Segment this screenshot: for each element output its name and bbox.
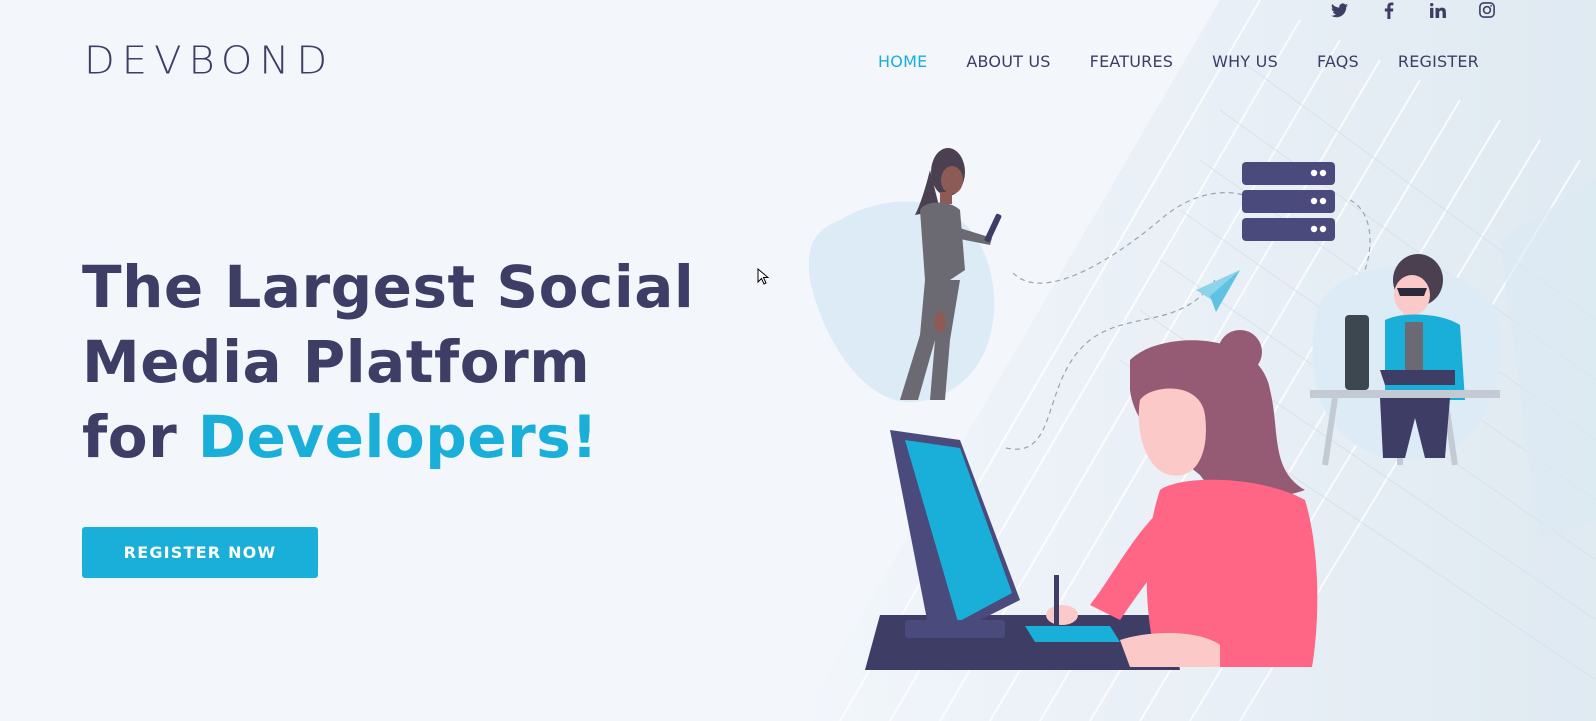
man-with-sunglasses-figure: [1310, 254, 1502, 466]
social-links: [1330, 0, 1496, 20]
twitter-icon[interactable]: [1330, 1, 1349, 20]
nav-item-features[interactable]: FEATURES: [1090, 52, 1173, 71]
hero-title: The Largest Social Media Platform for De…: [82, 250, 694, 475]
facebook-icon[interactable]: [1379, 1, 1398, 20]
hero-title-accent: Developers!: [197, 403, 599, 471]
server-icon: [1242, 162, 1335, 241]
nav-item-home[interactable]: HOME: [878, 52, 927, 71]
nav-item-why-us[interactable]: WHY US: [1212, 52, 1278, 71]
register-now-button[interactable]: REGISTER NOW: [82, 527, 318, 578]
mouse-cursor-icon: [757, 267, 770, 291]
main-nav: HOME ABOUT US FEATURES WHY US FAQS REGIS…: [878, 52, 1479, 71]
paper-plane-icon: [1196, 270, 1240, 312]
brand-logo[interactable]: DEVBOND: [84, 39, 334, 83]
hero-title-line-1: The Largest Social: [82, 253, 695, 321]
woman-with-phone-figure: [808, 148, 1002, 403]
instagram-icon[interactable]: [1477, 1, 1496, 20]
hero-title-line-2: Media Platform: [82, 328, 591, 396]
linkedin-icon[interactable]: [1428, 1, 1447, 20]
hero-illustration: [800, 130, 1596, 690]
hero-title-line-3-prefix: for: [82, 403, 178, 471]
nav-item-about-us[interactable]: ABOUT US: [966, 52, 1050, 71]
nav-item-register[interactable]: REGISTER: [1398, 52, 1479, 71]
nav-item-faqs[interactable]: FAQS: [1317, 52, 1359, 71]
